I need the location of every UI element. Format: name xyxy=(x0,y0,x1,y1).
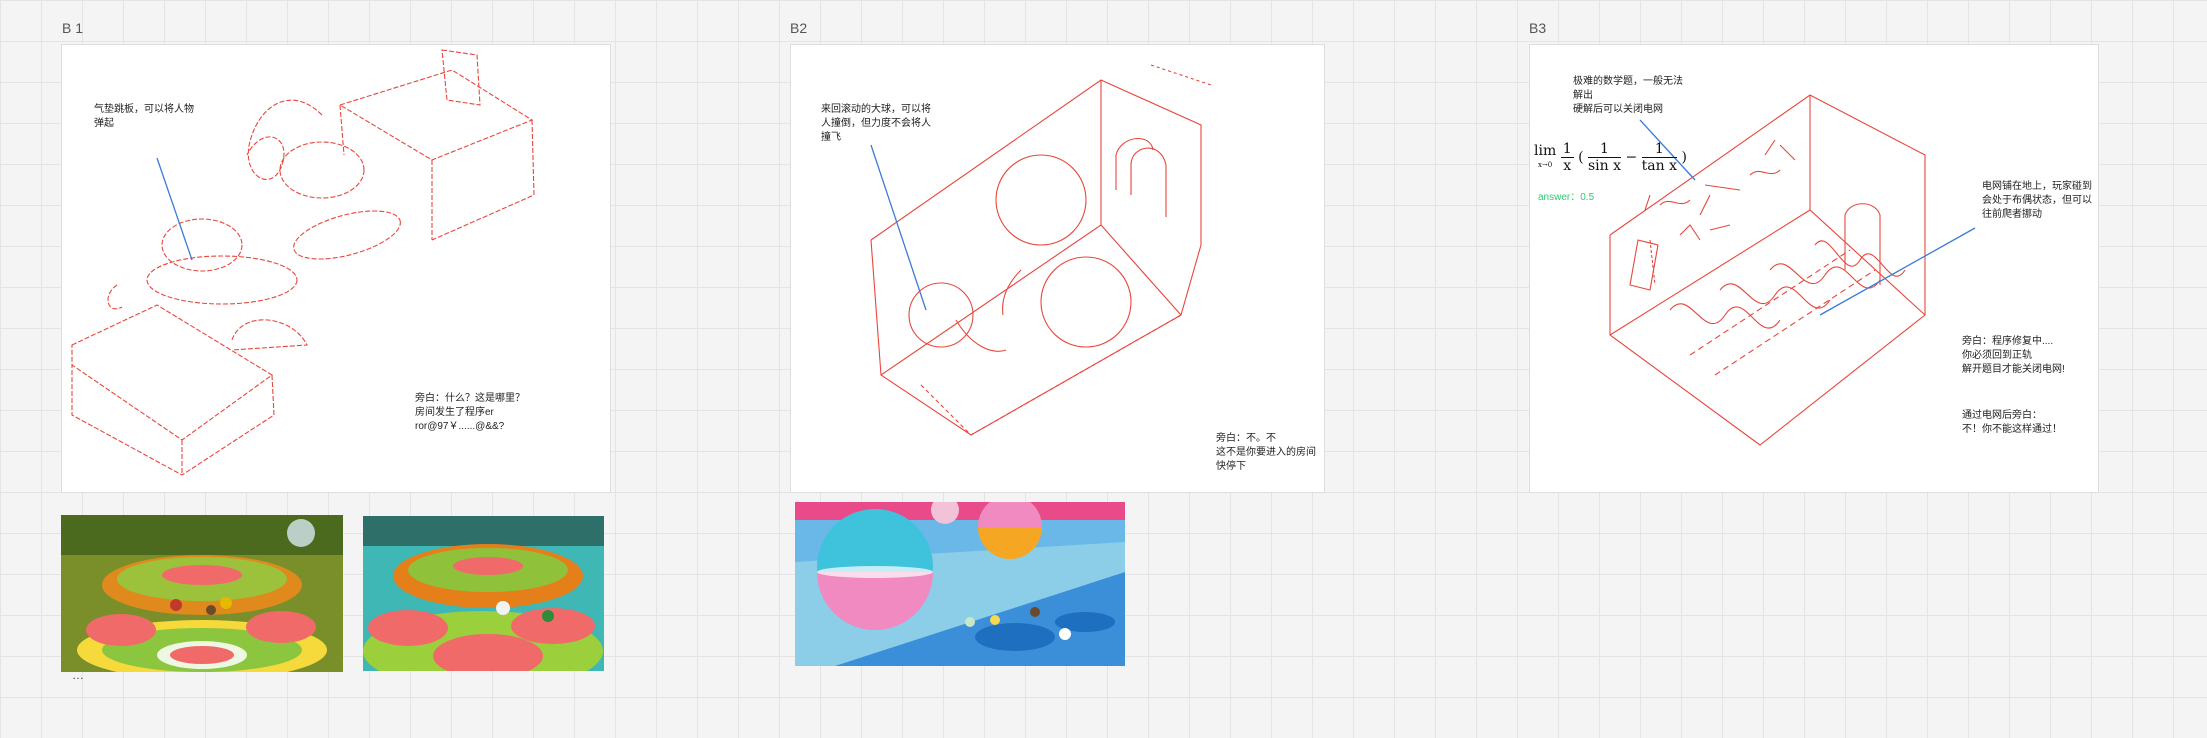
reference-image-rolling-balls[interactable] xyxy=(795,502,1125,666)
note-rolling-ball: 来回滚动的大球，可以将 人撞倒，但力度不会将人 撞飞 xyxy=(821,104,931,143)
game-scene-rolling-balls xyxy=(795,502,1125,666)
fraction-1-over-x: 1x xyxy=(1560,141,1574,174)
note-narration-b3-repair: 旁白：程序修复中.... 你必须回到正轨 解开题目才能关闭电网! xyxy=(1962,336,2065,375)
game-scene-bounce-2 xyxy=(363,516,604,671)
math-formula: lim x→0 1x ( 1 sin x − 1 tan x ) xyxy=(1534,141,1687,174)
limit-symbol: lim xyxy=(1534,142,1557,159)
note-narration-b2: 旁白：不。不 这不是你要进入的房间 快停下 xyxy=(1216,433,1316,472)
right-paren: ) xyxy=(1681,149,1687,166)
note-narration-b3-pass: 通过电网后旁白： 不！你不能这样通过！ xyxy=(1962,410,2062,435)
reference-image-bounce-1[interactable] xyxy=(61,515,343,672)
limit-subscript: x→0 xyxy=(1537,160,1553,169)
note-electric-grid: 电网铺在地上，玩家碰到 会处于布偶状态，但可以 往前爬者挪动 xyxy=(1982,181,2092,220)
frame-b2[interactable]: 来回滚动的大球，可以将 人撞倒，但力度不会将人 撞飞 旁白：不。不 这不是你要进… xyxy=(790,44,1325,493)
note-bounce-pad: 气垫跳板，可以将人物 弹起 xyxy=(94,104,194,129)
note-math-problem: 极难的数学题，一般无法 解出 硬解后可以关闭电网 xyxy=(1573,76,1683,115)
game-scene-bounce-1 xyxy=(61,515,343,672)
frame-b1[interactable]: 气垫跳板，可以将人物 弹起 旁白：什么？这是哪里？ 房间发生了程序er ror@… xyxy=(61,44,611,493)
answer-label: answer：0.5 xyxy=(1538,192,1595,203)
reference-image-bounce-2[interactable] xyxy=(363,516,604,671)
fraction-1-over-tanx: 1 tan x xyxy=(1641,141,1677,174)
frame-label-b1[interactable]: B 1 xyxy=(62,20,83,36)
note-narration-b1: 旁白：什么？这是哪里？ 房间发生了程序er ror@97￥......@&&? xyxy=(415,393,525,432)
frame-b3[interactable]: 极难的数学题，一般无法 解出 硬解后可以关闭电网 lim x→0 1x ( 1s… xyxy=(1529,44,2099,493)
fraction-1-over-sinx: 1 sin x xyxy=(1587,141,1622,174)
truncated-caption: … xyxy=(72,668,84,682)
frame-label-b2[interactable]: B2 xyxy=(790,20,807,36)
minus-sign: − xyxy=(1625,149,1638,166)
frame-label-b3[interactable]: B3 xyxy=(1529,20,1546,36)
left-paren: ( xyxy=(1578,149,1584,166)
